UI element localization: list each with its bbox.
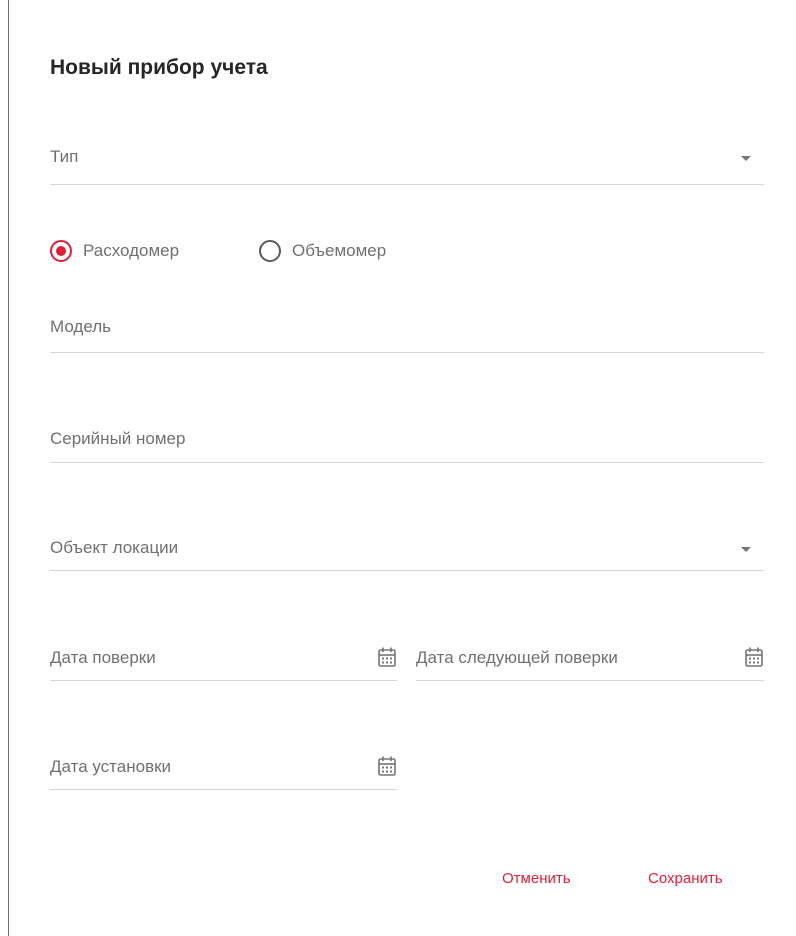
install-date-label: Дата установки: [50, 757, 172, 776]
cancel-button[interactable]: Отменить: [502, 868, 571, 890]
verification-date-label: Дата поверки: [50, 648, 156, 667]
calendar-icon[interactable]: [377, 755, 397, 777]
radio-flowmeter-label: Расходомер: [83, 241, 180, 260]
model-field[interactable]: Модель: [50, 316, 764, 353]
radio-volumemeter-label: Объемомер: [292, 241, 387, 260]
radio-unchecked-icon: [259, 240, 281, 262]
next-verification-date-label: Дата следующей поверки: [416, 648, 618, 667]
verification-date-field[interactable]: Дата поверки: [50, 644, 397, 681]
location-label: Объект локации: [50, 538, 179, 557]
radio-flowmeter[interactable]: Расходомер: [50, 234, 230, 268]
calendar-icon[interactable]: [377, 646, 397, 668]
model-label: Модель: [50, 317, 112, 336]
chevron-down-icon: [741, 547, 751, 552]
install-date-field[interactable]: Дата установки: [50, 753, 397, 790]
save-button[interactable]: Сохранить: [648, 868, 723, 890]
serial-number-label: Серийный номер: [50, 429, 186, 448]
location-select[interactable]: Объект локации: [50, 537, 764, 571]
new-meter-dialog: Новый прибор учета Тип Расходомер Объемо…: [8, 0, 796, 936]
serial-number-field[interactable]: Серийный номер: [50, 428, 764, 463]
calendar-icon[interactable]: [744, 646, 764, 668]
dialog-title: Новый прибор учета: [50, 56, 268, 79]
radio-checked-icon: [50, 240, 72, 262]
type-select[interactable]: Тип: [50, 146, 764, 185]
type-label: Тип: [50, 147, 79, 166]
chevron-down-icon: [741, 156, 751, 161]
next-verification-date-field[interactable]: Дата следующей поверки: [416, 644, 764, 681]
radio-volumemeter[interactable]: Объемомер: [259, 234, 429, 268]
